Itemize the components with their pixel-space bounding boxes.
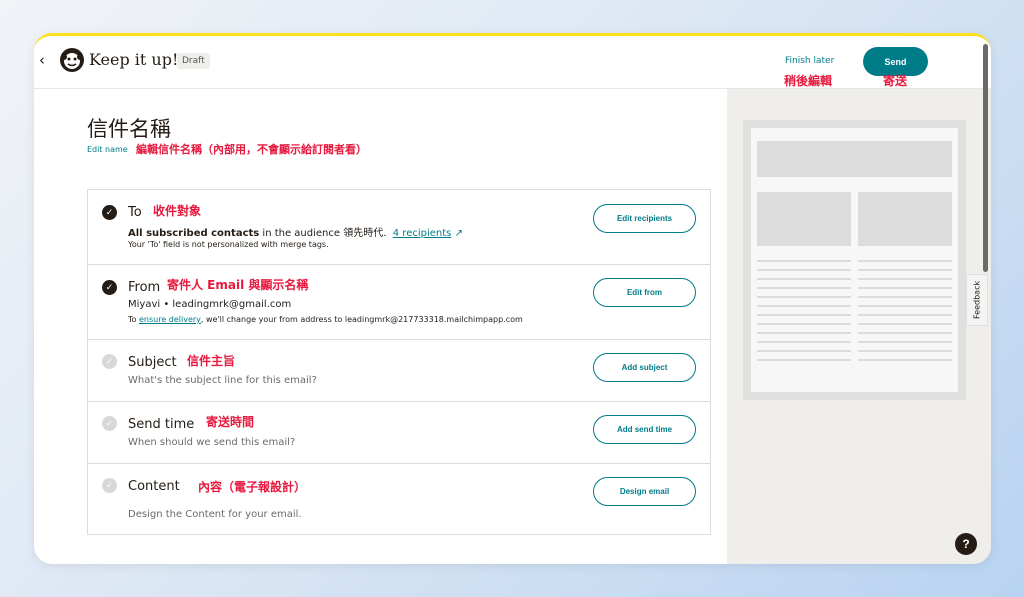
step-title: Subject: [128, 355, 177, 370]
annotation-send-time: 寄送時間: [206, 415, 255, 429]
edit-name-link[interactable]: Edit name: [87, 145, 128, 154]
check-complete-icon: ✓: [102, 280, 117, 295]
help-button[interactable]: ?: [955, 533, 977, 555]
audience-name: 領先時代: [343, 228, 384, 239]
edit-recipients-button[interactable]: Edit recipients: [593, 204, 696, 233]
back-icon[interactable]: ‹: [39, 51, 45, 69]
step-hint: When should we send this email?: [128, 437, 296, 448]
check-complete-icon: ✓: [102, 205, 117, 220]
design-email-button[interactable]: Design email: [593, 477, 696, 506]
app-window: ‹ Keep it up! Draft Finish later Send 稍後…: [34, 33, 991, 564]
step-note: Your 'To' field is not personalized with…: [128, 240, 329, 249]
summary-connector: in the audience: [259, 228, 344, 239]
add-send-time-button[interactable]: Add send time: [593, 415, 696, 444]
scrollbar[interactable]: [983, 44, 988, 272]
email-preview-panel: [727, 89, 991, 564]
from-summary: Miyavi • leadingmrk@gmail.com: [128, 299, 292, 310]
ensure-delivery-link[interactable]: ensure delivery: [139, 315, 201, 324]
top-bar: ‹ Keep it up! Draft Finish later Send 稍後…: [34, 36, 991, 89]
campaign-header-title: Keep it up!: [89, 50, 179, 69]
status-badge: Draft: [177, 53, 210, 69]
add-subject-button[interactable]: Add subject: [593, 353, 696, 382]
annotation-edit-name: 編輯信件名稱（內部用，不會顯示給訂閱者看）: [136, 143, 367, 156]
step-title: From: [128, 280, 161, 295]
step-title: Send time: [128, 417, 195, 432]
recipients-link[interactable]: 4 recipients: [393, 228, 452, 239]
campaign-checklist: ✓ To 收件對象 All subscribed contacts in the…: [87, 189, 711, 535]
preview-image-block: [757, 192, 851, 246]
feedback-tab[interactable]: Feedback: [966, 274, 988, 326]
recipients-summary: All subscribed contacts in the audience …: [128, 228, 463, 239]
email-preview-thumbnail: [743, 120, 966, 400]
checklist-row-send-time: ✓ Send time 寄送時間 When should we send thi…: [88, 402, 710, 464]
page-title: 信件名稱: [87, 117, 171, 141]
annotation-send: 寄送: [883, 74, 908, 88]
note-suffix: , we'll change your from address to lead…: [200, 315, 523, 324]
annotation-from: 寄件人 Email 與顯示名稱: [167, 278, 309, 292]
finish-later-link[interactable]: Finish later: [785, 56, 834, 66]
checklist-row-subject: ✓ Subject 信件主旨 What's the subject line f…: [88, 340, 710, 402]
check-incomplete-icon: ✓: [102, 416, 117, 431]
annotation-content: 內容（電子報設計）: [198, 480, 307, 494]
note-prefix: To: [128, 315, 139, 324]
edit-from-button[interactable]: Edit from: [593, 278, 696, 307]
step-note: To ensure delivery, we'll change your fr…: [128, 315, 523, 324]
step-title: To: [128, 205, 142, 220]
annotation-finish-later: 稍後編輯: [784, 74, 833, 88]
external-link-icon[interactable]: ↗: [455, 228, 463, 239]
mailchimp-logo-icon: [60, 48, 84, 72]
step-hint: What's the subject line for this email?: [128, 375, 317, 386]
annotation-subject: 信件主旨: [187, 354, 236, 368]
check-incomplete-icon: ✓: [102, 478, 117, 493]
preview-header-block: [757, 141, 952, 177]
step-title: Content: [128, 479, 180, 494]
checklist-row-content: ✓ Content 內容（電子報設計） Design the Content f…: [88, 464, 710, 536]
step-hint: Design the Content for your email.: [128, 509, 302, 520]
checklist-row-from: ✓ From 寄件人 Email 與顯示名稱 Miyavi • leadingm…: [88, 265, 710, 340]
checklist-row-to: ✓ To 收件對象 All subscribed contacts in the…: [88, 190, 710, 265]
preview-image-block: [858, 192, 952, 246]
audience-segment: All subscribed contacts: [128, 228, 260, 239]
annotation-to: 收件對象: [153, 204, 202, 218]
check-incomplete-icon: ✓: [102, 354, 117, 369]
